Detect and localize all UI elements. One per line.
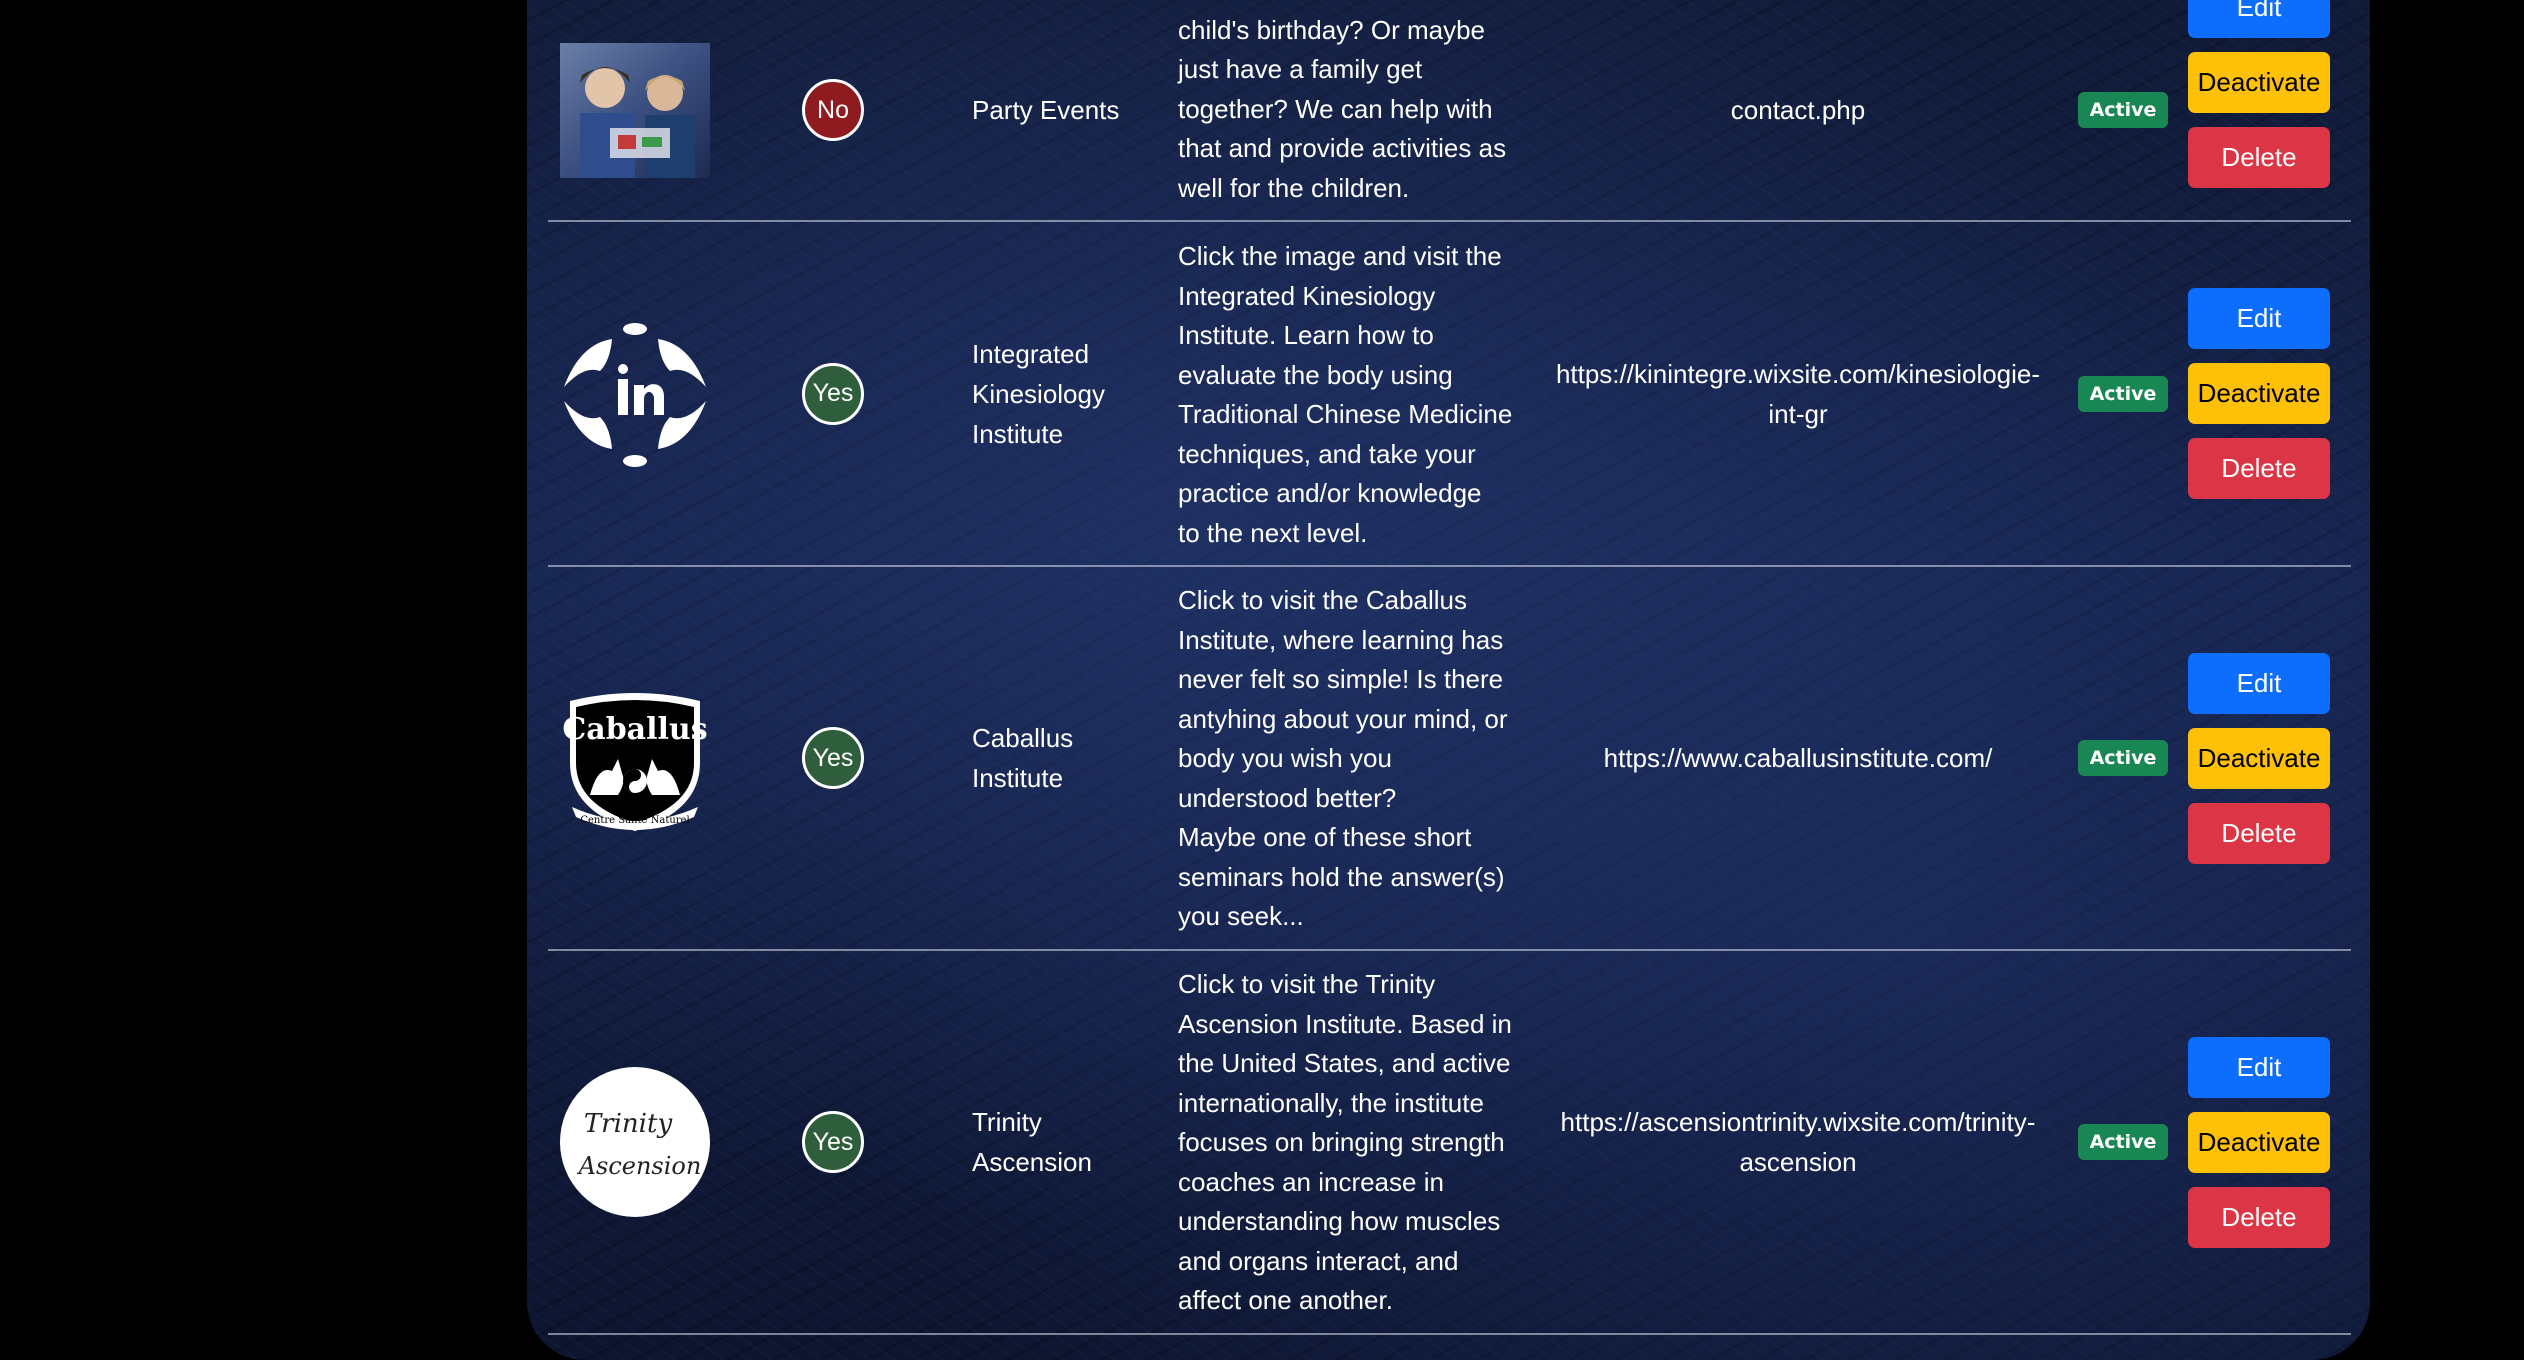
- svg-text:Trinity: Trinity: [584, 1109, 673, 1139]
- edit-button[interactable]: Edit: [2188, 288, 2330, 349]
- row-link[interactable]: contact.php: [1731, 90, 1865, 130]
- edit-button[interactable]: Edit: [2188, 0, 2330, 38]
- table-row: Yes Integrated Kinesiology Institute Cli…: [548, 222, 2351, 567]
- row-link[interactable]: https://ascensiontrinity.wixsite.com/tri…: [1561, 1102, 2036, 1182]
- status-badge: Active: [2077, 92, 2169, 128]
- edit-button[interactable]: Edit: [2188, 1036, 2330, 1098]
- featured-pill[interactable]: Yes: [802, 1111, 864, 1173]
- trinity-ascension-logo[interactable]: Trinity Ascension: [560, 1067, 710, 1217]
- table-row: No Party Events child's birthday? Or may…: [548, 0, 2351, 222]
- delete-button[interactable]: Delete: [2188, 1186, 2330, 1248]
- deactivate-button[interactable]: Deactivate: [2188, 1111, 2330, 1173]
- row-description: Click to visit the Trinity Ascension Ins…: [1178, 969, 1512, 1315]
- row-title: Integrated Kinesiology Institute: [972, 338, 1105, 449]
- status-badge: Active: [2077, 740, 2169, 776]
- deactivate-button[interactable]: Deactivate: [2188, 52, 2330, 113]
- row-title: Trinity Ascension: [972, 1107, 1092, 1177]
- table-row: Trinity Ascension Yes Trinity Ascension …: [548, 951, 2351, 1335]
- featured-pill[interactable]: No: [802, 79, 864, 141]
- featured-pill[interactable]: Yes: [802, 362, 864, 425]
- row-title: Party Events: [972, 95, 1120, 125]
- row-description: child's birthday? Or maybe just have a f…: [1178, 14, 1507, 203]
- status-badge: Active: [2077, 1124, 2169, 1160]
- row-description: Click to visit the Caballus Institute, w…: [1178, 585, 1508, 931]
- deactivate-button[interactable]: Deactivate: [2188, 363, 2330, 424]
- svg-text:Ascension: Ascension: [577, 1152, 702, 1180]
- svg-text:Caballus: Caballus: [562, 712, 707, 747]
- table-row: Caballus Centre Sante Naturel Yes Caball…: [548, 567, 2351, 951]
- delete-button[interactable]: Delete: [2188, 802, 2330, 864]
- row-description: Click the image and visit the Integrated…: [1178, 241, 1513, 548]
- svg-text:Centre Sante Naturel: Centre Sante Naturel: [580, 815, 689, 826]
- caballus-crest-logo[interactable]: Caballus Centre Sante Naturel: [560, 691, 710, 831]
- row-title: Caballus Institute: [972, 723, 1074, 793]
- delete-button[interactable]: Delete: [2188, 438, 2330, 499]
- edit-button[interactable]: Edit: [2188, 652, 2330, 714]
- status-badge: Active: [2077, 375, 2169, 412]
- featured-pill[interactable]: Yes: [802, 727, 864, 789]
- delete-button[interactable]: Delete: [2188, 127, 2330, 188]
- deactivate-button[interactable]: Deactivate: [2188, 727, 2330, 789]
- kinesiology-logo-icon[interactable]: [560, 322, 710, 467]
- children-party-photo[interactable]: [560, 42, 710, 178]
- row-link[interactable]: https://www.caballusinstitute.com/: [1604, 738, 1993, 778]
- row-link[interactable]: https://kinintegre.wixsite.com/kinesiolo…: [1556, 354, 2040, 434]
